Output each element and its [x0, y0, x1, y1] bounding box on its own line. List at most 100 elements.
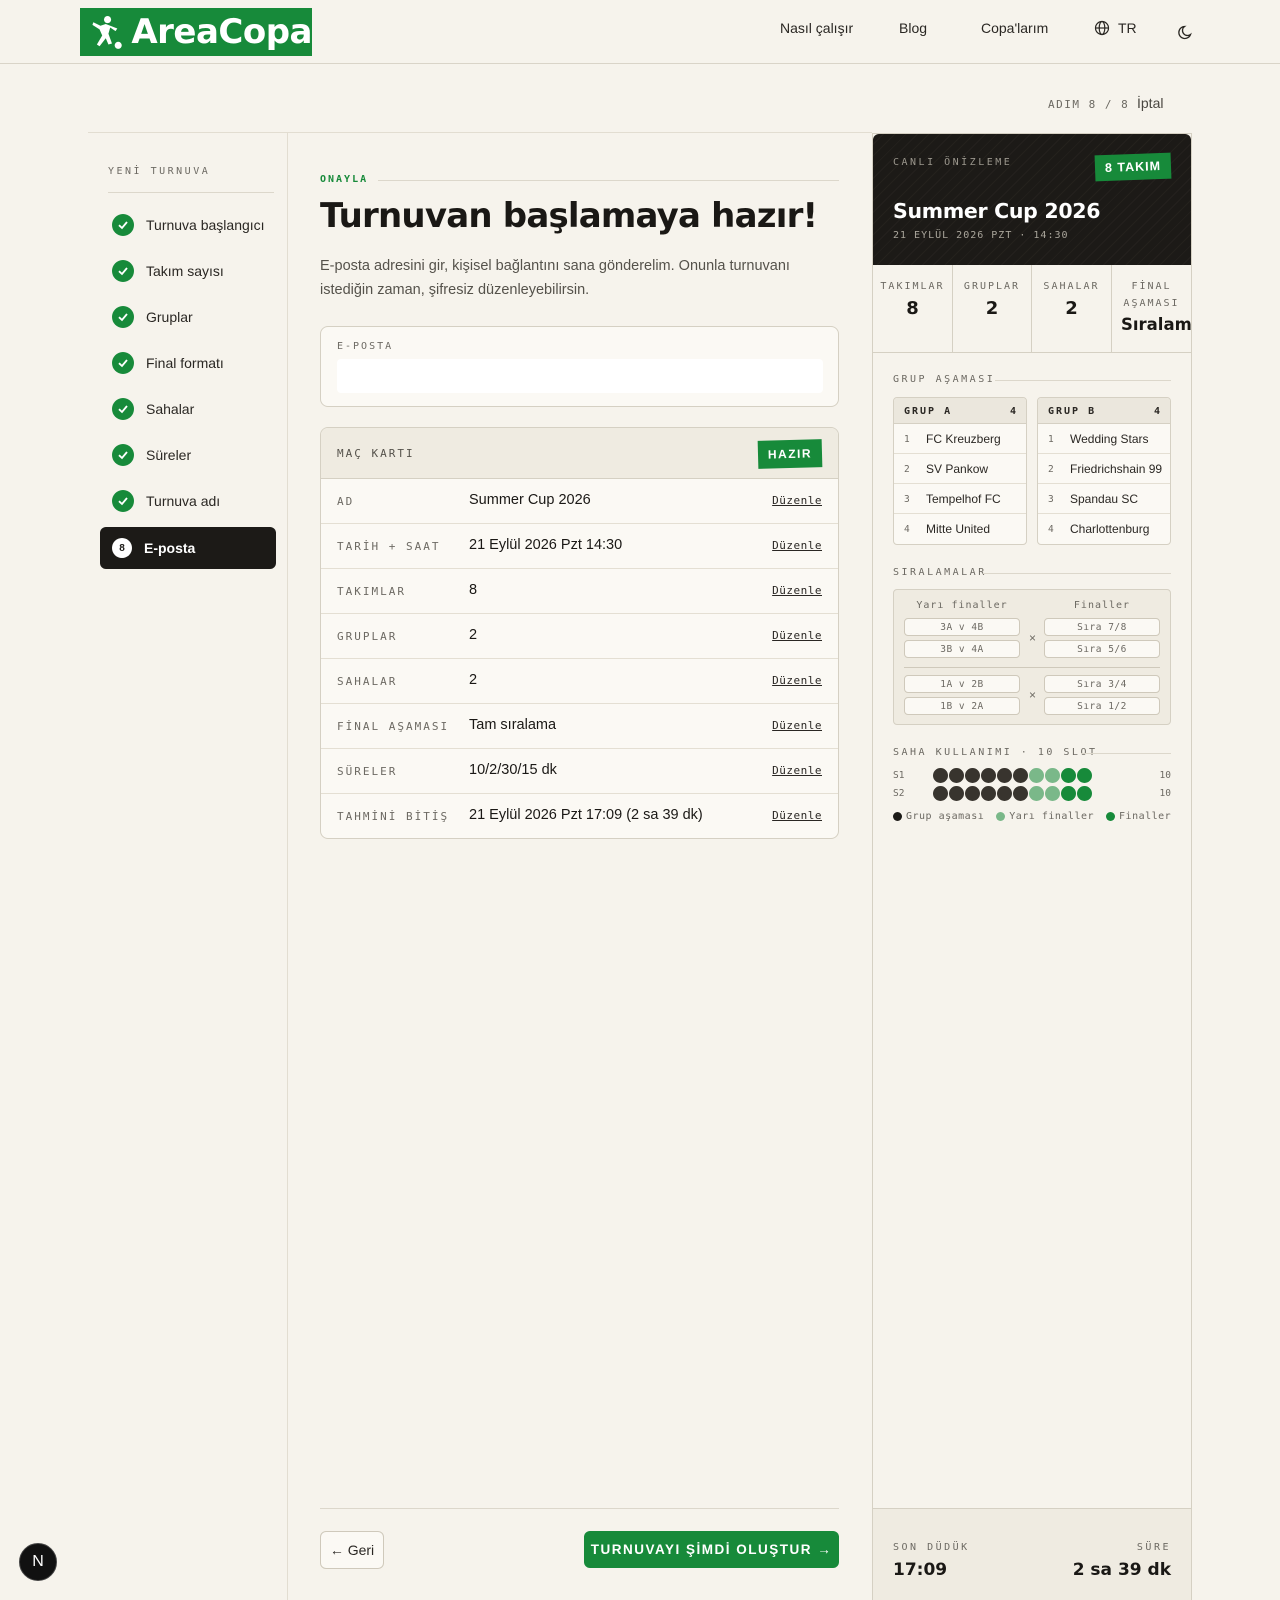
language-label: TR: [1118, 20, 1137, 36]
logo[interactable]: AreaCopa: [80, 8, 312, 56]
sidebar-step-fields[interactable]: Sahalar: [100, 388, 276, 430]
team-rank: 4: [1048, 524, 1054, 535]
sidebar-step-team-count[interactable]: Takım sayısı: [100, 250, 276, 292]
duration-label: SÜRE: [1136, 1542, 1171, 1553]
nav-how-it-works[interactable]: Nasıl çalışır: [780, 20, 853, 36]
finals-label: Finaller: [1073, 600, 1131, 611]
court-label: S2: [893, 788, 905, 799]
sidebar-step-start[interactable]: Turnuva başlangıcı: [100, 204, 276, 246]
sidebar-step-label: E-posta: [144, 540, 196, 556]
sidebar-step-final-format[interactable]: Final formatı: [100, 342, 276, 384]
match-card-row: TAKIMLAR 8 Düzenle: [321, 569, 838, 614]
group-team-row: 3 Spandau SC: [1038, 484, 1170, 514]
sidebar-step-name[interactable]: Turnuva adı: [100, 480, 276, 522]
court-row: S2 10: [893, 786, 1171, 802]
group-team-row: 2 SV Pankow: [894, 454, 1026, 484]
row-value: Summer Cup 2026: [469, 492, 591, 508]
moon-icon[interactable]: [1176, 22, 1196, 42]
preview-tournament-name: Summer Cup 2026: [893, 199, 1101, 223]
cancel-link[interactable]: İptal: [1137, 95, 1163, 111]
stat-teams: TAKIMLAR 8: [873, 265, 953, 353]
team-rank: 2: [1048, 464, 1054, 475]
edit-link[interactable]: Düzenle: [772, 809, 822, 822]
divider: [983, 573, 1171, 574]
match-card-row: AD Summer Cup 2026 Düzenle: [321, 479, 838, 524]
check-icon: [112, 306, 134, 328]
row-key: TAHMİNİ BİTİŞ: [337, 810, 450, 823]
bracket-match: Sıra 7/8: [1044, 618, 1160, 636]
group-card: GRUP A 4 1 FC Kreuzberg 2 SV Pankow 3 Tempe…: [893, 397, 1027, 545]
group-team-row: 1 Wedding Stars: [1038, 424, 1170, 454]
row-key: GRUPLAR: [337, 630, 398, 643]
court-label: S1: [893, 770, 905, 781]
team-name: Wedding Stars: [1070, 432, 1149, 446]
edit-link[interactable]: Düzenle: [772, 494, 822, 507]
slot-dot: [1077, 786, 1092, 801]
match-card-row: TAHMİNİ BİTİŞ 21 Eylül 2026 Pzt 17:09 (2…: [321, 794, 838, 838]
group-team-row: 2 Friedrichshain 99: [1038, 454, 1170, 484]
slot-dot: [933, 768, 948, 783]
slot-dot: [1061, 768, 1076, 783]
slot-dot: [1045, 786, 1060, 801]
back-button[interactable]: ← Geri: [320, 1531, 384, 1569]
sidebar-step-durations[interactable]: Süreler: [100, 434, 276, 476]
check-icon: [112, 398, 134, 420]
cross-icon: ×: [1029, 631, 1037, 645]
row-value: Tam sıralama: [469, 717, 557, 733]
nav-my-copas[interactable]: Copa'larım: [981, 20, 1048, 36]
row-value: 10/2/30/15 dk: [469, 762, 557, 778]
page-title: Turnuvan başlamaya hazır!: [320, 196, 818, 236]
create-tournament-button[interactable]: TURNUVAYI ŞİMDİ OLUŞTUR →: [584, 1531, 839, 1568]
language-switch[interactable]: TR: [1094, 20, 1137, 36]
check-icon: [112, 490, 134, 512]
stat-value: 2: [985, 298, 999, 319]
dev-tools-badge[interactable]: N: [19, 1543, 57, 1581]
divider: [320, 1508, 839, 1509]
nav-blog[interactable]: Blog: [899, 20, 927, 36]
edit-link[interactable]: Düzenle: [772, 539, 822, 552]
email-input[interactable]: [337, 359, 823, 393]
row-key: AD: [337, 495, 355, 508]
soccer-player-icon: [92, 16, 122, 49]
match-card-row: TARİH + SAAT 21 Eylül 2026 Pzt 14:30 Düz…: [321, 524, 838, 569]
preview-footer: SON DÜDÜK 17:09 SÜRE 2 sa 39 dk: [873, 1508, 1191, 1600]
check-icon: [112, 214, 134, 236]
sidebar-step-email[interactable]: 8 E-posta: [100, 527, 276, 569]
live-preview-panel: CANLI ÖNİZLEME 8 TAKIM Summer Cup 2026 2…: [872, 133, 1192, 1600]
group-team-row: 4 Charlottenburg: [1038, 514, 1170, 544]
row-value: 2: [469, 627, 478, 643]
slot-dot: [1013, 768, 1028, 783]
check-icon: [112, 352, 134, 374]
check-icon: [112, 444, 134, 466]
bracket-match: 1A v 2B: [904, 675, 1020, 693]
legend-dot: [1106, 812, 1116, 821]
legend-label: Yarı finaller: [1009, 811, 1095, 822]
legend-dot: [893, 812, 902, 821]
team-rank: 1: [1048, 434, 1054, 445]
legend-dot: [996, 812, 1006, 821]
section-eyebrow: ONAYLA: [320, 174, 369, 185]
slot-dot: [997, 786, 1012, 801]
step-number: 8: [112, 538, 132, 558]
match-card-row: SÜRELER 10/2/30/15 dk Düzenle: [321, 749, 838, 794]
edit-link[interactable]: Düzenle: [772, 719, 822, 732]
edit-link[interactable]: Düzenle: [772, 674, 822, 687]
group-header: GRUP B 4: [1038, 398, 1170, 424]
sidebar-step-label: Takım sayısı: [146, 263, 224, 279]
legend-semi: Yarı finaller: [996, 811, 1094, 822]
edit-link[interactable]: Düzenle: [772, 629, 822, 642]
group-count: 4: [1153, 406, 1160, 417]
sidebar-title: YENİ TURNUVA: [108, 166, 211, 177]
bracket-match: Sıra 3/4: [1044, 675, 1160, 693]
divider: [1081, 753, 1171, 754]
group-team-row: 4 Mitte United: [894, 514, 1026, 544]
row-value: 21 Eylül 2026 Pzt 17:09 (2 sa 39 dk): [469, 807, 703, 823]
edit-link[interactable]: Düzenle: [772, 764, 822, 777]
preview-date: 21 EYLÜL 2026 PZT · 14:30: [893, 230, 1069, 241]
sidebar-step-groups[interactable]: Gruplar: [100, 296, 276, 338]
match-card-row: SAHALAR 2 Düzenle: [321, 659, 838, 704]
edit-link[interactable]: Düzenle: [772, 584, 822, 597]
match-card-row: FİNAL AŞAMASI Tam sıralama Düzenle: [321, 704, 838, 749]
preview-live-label: CANLI ÖNİZLEME: [893, 157, 1013, 168]
stat-value: Sıralama: [1121, 315, 1191, 334]
